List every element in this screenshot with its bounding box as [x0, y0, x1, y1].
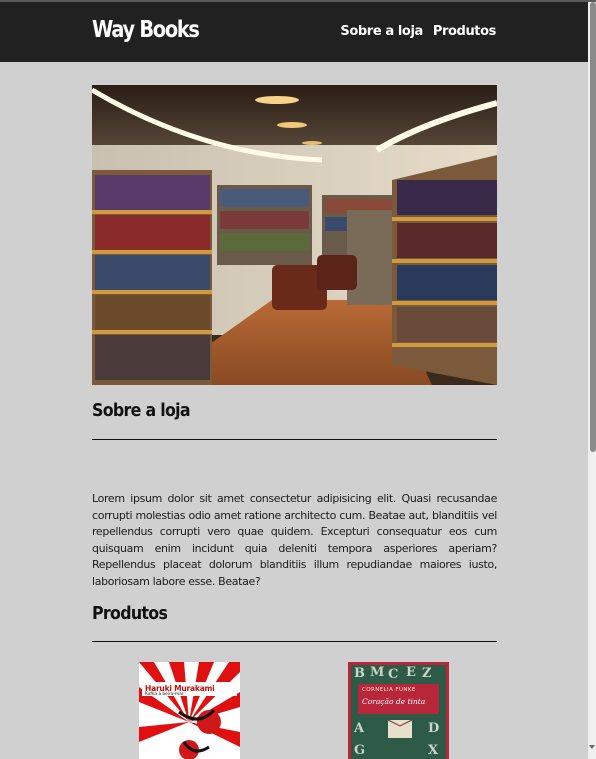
nav-link-produtos[interactable]: Produtos — [433, 24, 497, 39]
products-divider — [92, 641, 497, 642]
product-author: CORNELIA FUNKE — [362, 687, 416, 693]
svg-text:M: M — [370, 665, 384, 680]
product-card-kafka[interactable]: Haruki Murakami Kafka à beira-mar — [139, 662, 240, 759]
svg-text:D: D — [428, 721, 439, 736]
scroll-down-arrow-icon[interactable] — [589, 745, 595, 749]
svg-text:A: A — [353, 721, 365, 736]
product-card-coracao[interactable]: BMC EZ A D G X CORNELIA FUNKE Coração de t… — [348, 662, 449, 759]
products-heading: Produtos — [92, 603, 168, 624]
product-title: Coração de tinta — [362, 697, 426, 706]
hero-bookstore-image — [92, 85, 497, 385]
svg-text:G: G — [354, 743, 365, 758]
svg-text:B: B — [354, 666, 365, 681]
scrollbar-thumb[interactable] — [590, 2, 596, 452]
nav-link-sobre[interactable]: Sobre a loja — [340, 24, 423, 39]
svg-text:E: E — [406, 665, 416, 680]
about-divider — [92, 439, 497, 440]
product-title: Kafka à beira-mar — [145, 692, 184, 697]
svg-text:X: X — [428, 743, 439, 758]
window-top-border — [0, 0, 596, 2]
svg-text:C: C — [388, 667, 398, 682]
about-heading: Sobre a loja — [92, 400, 191, 421]
svg-text:Z: Z — [422, 666, 432, 681]
site-logo[interactable]: Way Books — [92, 17, 200, 43]
site-header: Way Books Sobre a loja Produtos — [0, 2, 588, 62]
about-paragraph: Lorem ipsum dolor sit amet consectetur a… — [92, 492, 497, 588]
main-nav: Sobre a loja Produtos — [340, 24, 496, 39]
page-viewport: Way Books Sobre a loja Produtos Sobre a … — [0, 0, 588, 759]
